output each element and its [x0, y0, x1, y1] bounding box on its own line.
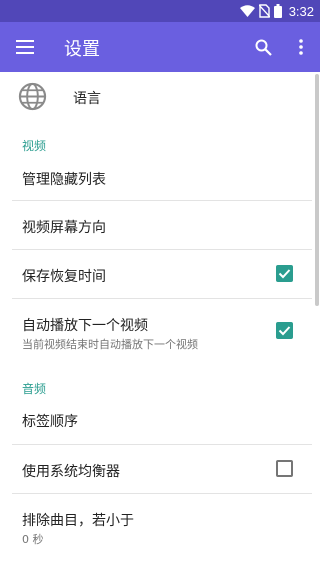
status-time: 3:32 [288, 3, 314, 19]
search-button[interactable] [248, 32, 278, 62]
setting-exclude-tracks[interactable]: 排除曲目，若小于 0 秒 [0, 494, 320, 552]
more-vert-icon [299, 39, 303, 55]
scrollbar[interactable] [315, 74, 319, 306]
more-options-button[interactable] [288, 32, 314, 62]
menu-button[interactable] [10, 32, 40, 62]
setting-manage-hidden-list[interactable]: 管理隐藏列表 [0, 157, 320, 201]
hamburger-menu-icon [16, 40, 34, 54]
setting-video-orientation[interactable]: 视频屏幕方向 [0, 201, 320, 249]
status-bar: 3:32 [0, 0, 320, 22]
section-header-video: 视频 [22, 139, 47, 153]
app-bar: 设置 [0, 22, 320, 72]
autoplay-next-checkbox[interactable] [276, 322, 293, 339]
status-icons: 3:32 [239, 3, 314, 19]
checkmark-icon [278, 326, 291, 336]
setting-title: 标签顺序 [22, 414, 78, 430]
settings-list: 语言 视频 管理隐藏列表 视频屏幕方向 保存恢复时间 自动播放下一个视频 当前视… [0, 72, 320, 569]
setting-subtitle: 当前视频结束时自动播放下一个视频 [22, 338, 198, 351]
battery-icon [273, 4, 282, 18]
setting-autoplay-next[interactable]: 自动播放下一个视频 当前视频结束时自动播放下一个视频 [0, 299, 320, 357]
no-sim-icon [258, 4, 270, 18]
setting-tab-order[interactable]: 标签顺序 [0, 398, 320, 444]
setting-title: 自动播放下一个视频 [22, 318, 148, 334]
wifi-icon [239, 5, 255, 17]
language-label: 语言 [73, 91, 101, 107]
setting-title: 管理隐藏列表 [22, 172, 106, 188]
globe-icon [18, 82, 47, 111]
setting-subtitle: 0 秒 [22, 533, 44, 546]
setting-title: 保存恢复时间 [22, 269, 106, 285]
language-setting[interactable]: 语言 [0, 72, 320, 122]
setting-system-equalizer[interactable]: 使用系统均衡器 [0, 445, 320, 493]
search-icon [255, 39, 272, 56]
save-resume-time-checkbox[interactable] [276, 265, 293, 282]
checkmark-icon [278, 269, 291, 279]
setting-title: 使用系统均衡器 [22, 464, 120, 480]
section-header-audio: 音频 [22, 382, 47, 396]
page-title: 设置 [64, 39, 100, 60]
setting-title: 排除曲目，若小于 [22, 513, 134, 529]
system-equalizer-checkbox[interactable] [276, 460, 293, 477]
setting-title: 视频屏幕方向 [22, 220, 106, 236]
setting-save-resume-time[interactable]: 保存恢复时间 [0, 250, 320, 298]
